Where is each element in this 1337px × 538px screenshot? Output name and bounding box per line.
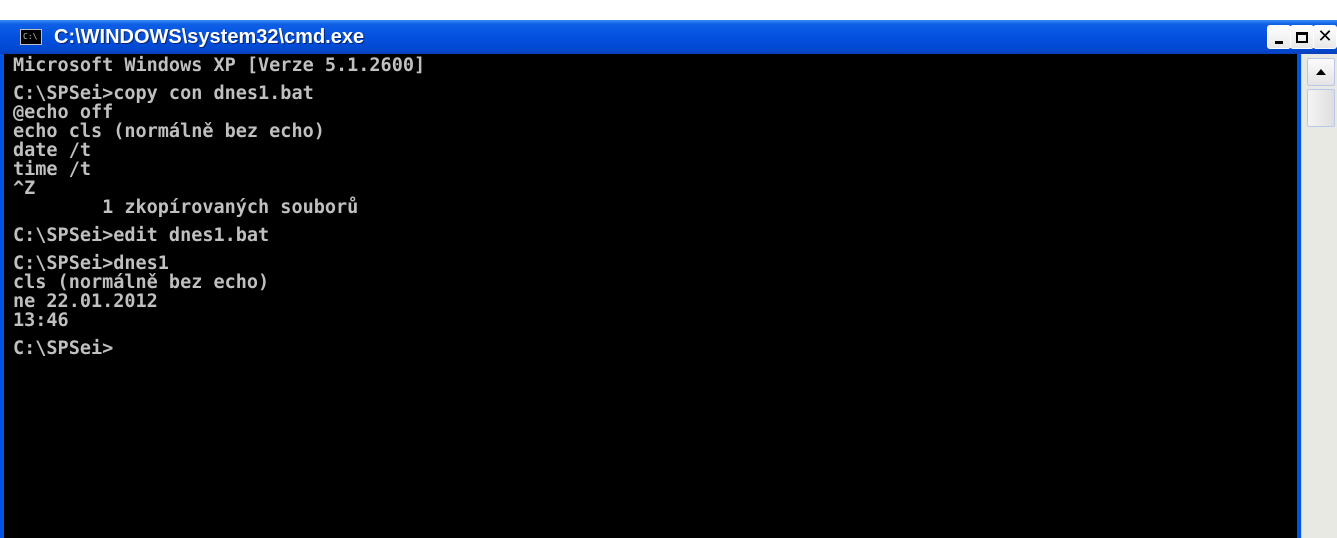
console-output[interactable]: Microsoft Windows XP [Verze 5.1.2600] C:… xyxy=(4,54,1297,538)
close-button[interactable]: ✕ xyxy=(1313,25,1337,49)
arrow-up-icon xyxy=(1316,69,1326,75)
console-line: ^Z xyxy=(13,178,36,199)
console-line: date /t xyxy=(13,140,91,161)
scroll-up-button[interactable] xyxy=(1307,58,1335,86)
console-prompt[interactable]: C:\SPSei> xyxy=(13,339,1297,358)
maximize-button[interactable] xyxy=(1290,25,1314,49)
minimize-icon xyxy=(1275,40,1283,44)
console-line: C:\SPSei>copy con dnes1.bat xyxy=(13,83,314,104)
console-line: ne 22.01.2012 xyxy=(13,291,158,312)
title-bar[interactable]: C:\ C:\WINDOWS\system32\cmd.exe ✕ xyxy=(0,20,1337,54)
console-line: C:\SPSei>edit dnes1.bat xyxy=(13,225,270,246)
console-line: C:\SPSei>dnes1 xyxy=(13,253,169,274)
window-title: C:\WINDOWS\system32\cmd.exe xyxy=(54,26,365,48)
cmd-icon[interactable]: C:\ xyxy=(20,29,42,45)
console-line: echo cls (normálně bez echo) xyxy=(13,121,325,142)
vertical-scrollbar[interactable] xyxy=(1301,54,1337,538)
console-line: 13:46 xyxy=(13,310,69,331)
console-line: @echo off xyxy=(13,102,114,123)
top-margin xyxy=(0,0,1337,20)
maximize-icon xyxy=(1296,31,1308,43)
close-icon: ✕ xyxy=(1317,26,1333,47)
console-line: Microsoft Windows XP [Verze 5.1.2600] xyxy=(13,55,426,76)
scrollbar-thumb[interactable] xyxy=(1307,89,1335,127)
minimize-button[interactable] xyxy=(1267,25,1291,49)
console-line: time /t xyxy=(13,159,91,180)
console-line: 1 zkopírovaných souborů xyxy=(13,197,359,218)
console-line: cls (normálně bez echo) xyxy=(13,272,270,293)
